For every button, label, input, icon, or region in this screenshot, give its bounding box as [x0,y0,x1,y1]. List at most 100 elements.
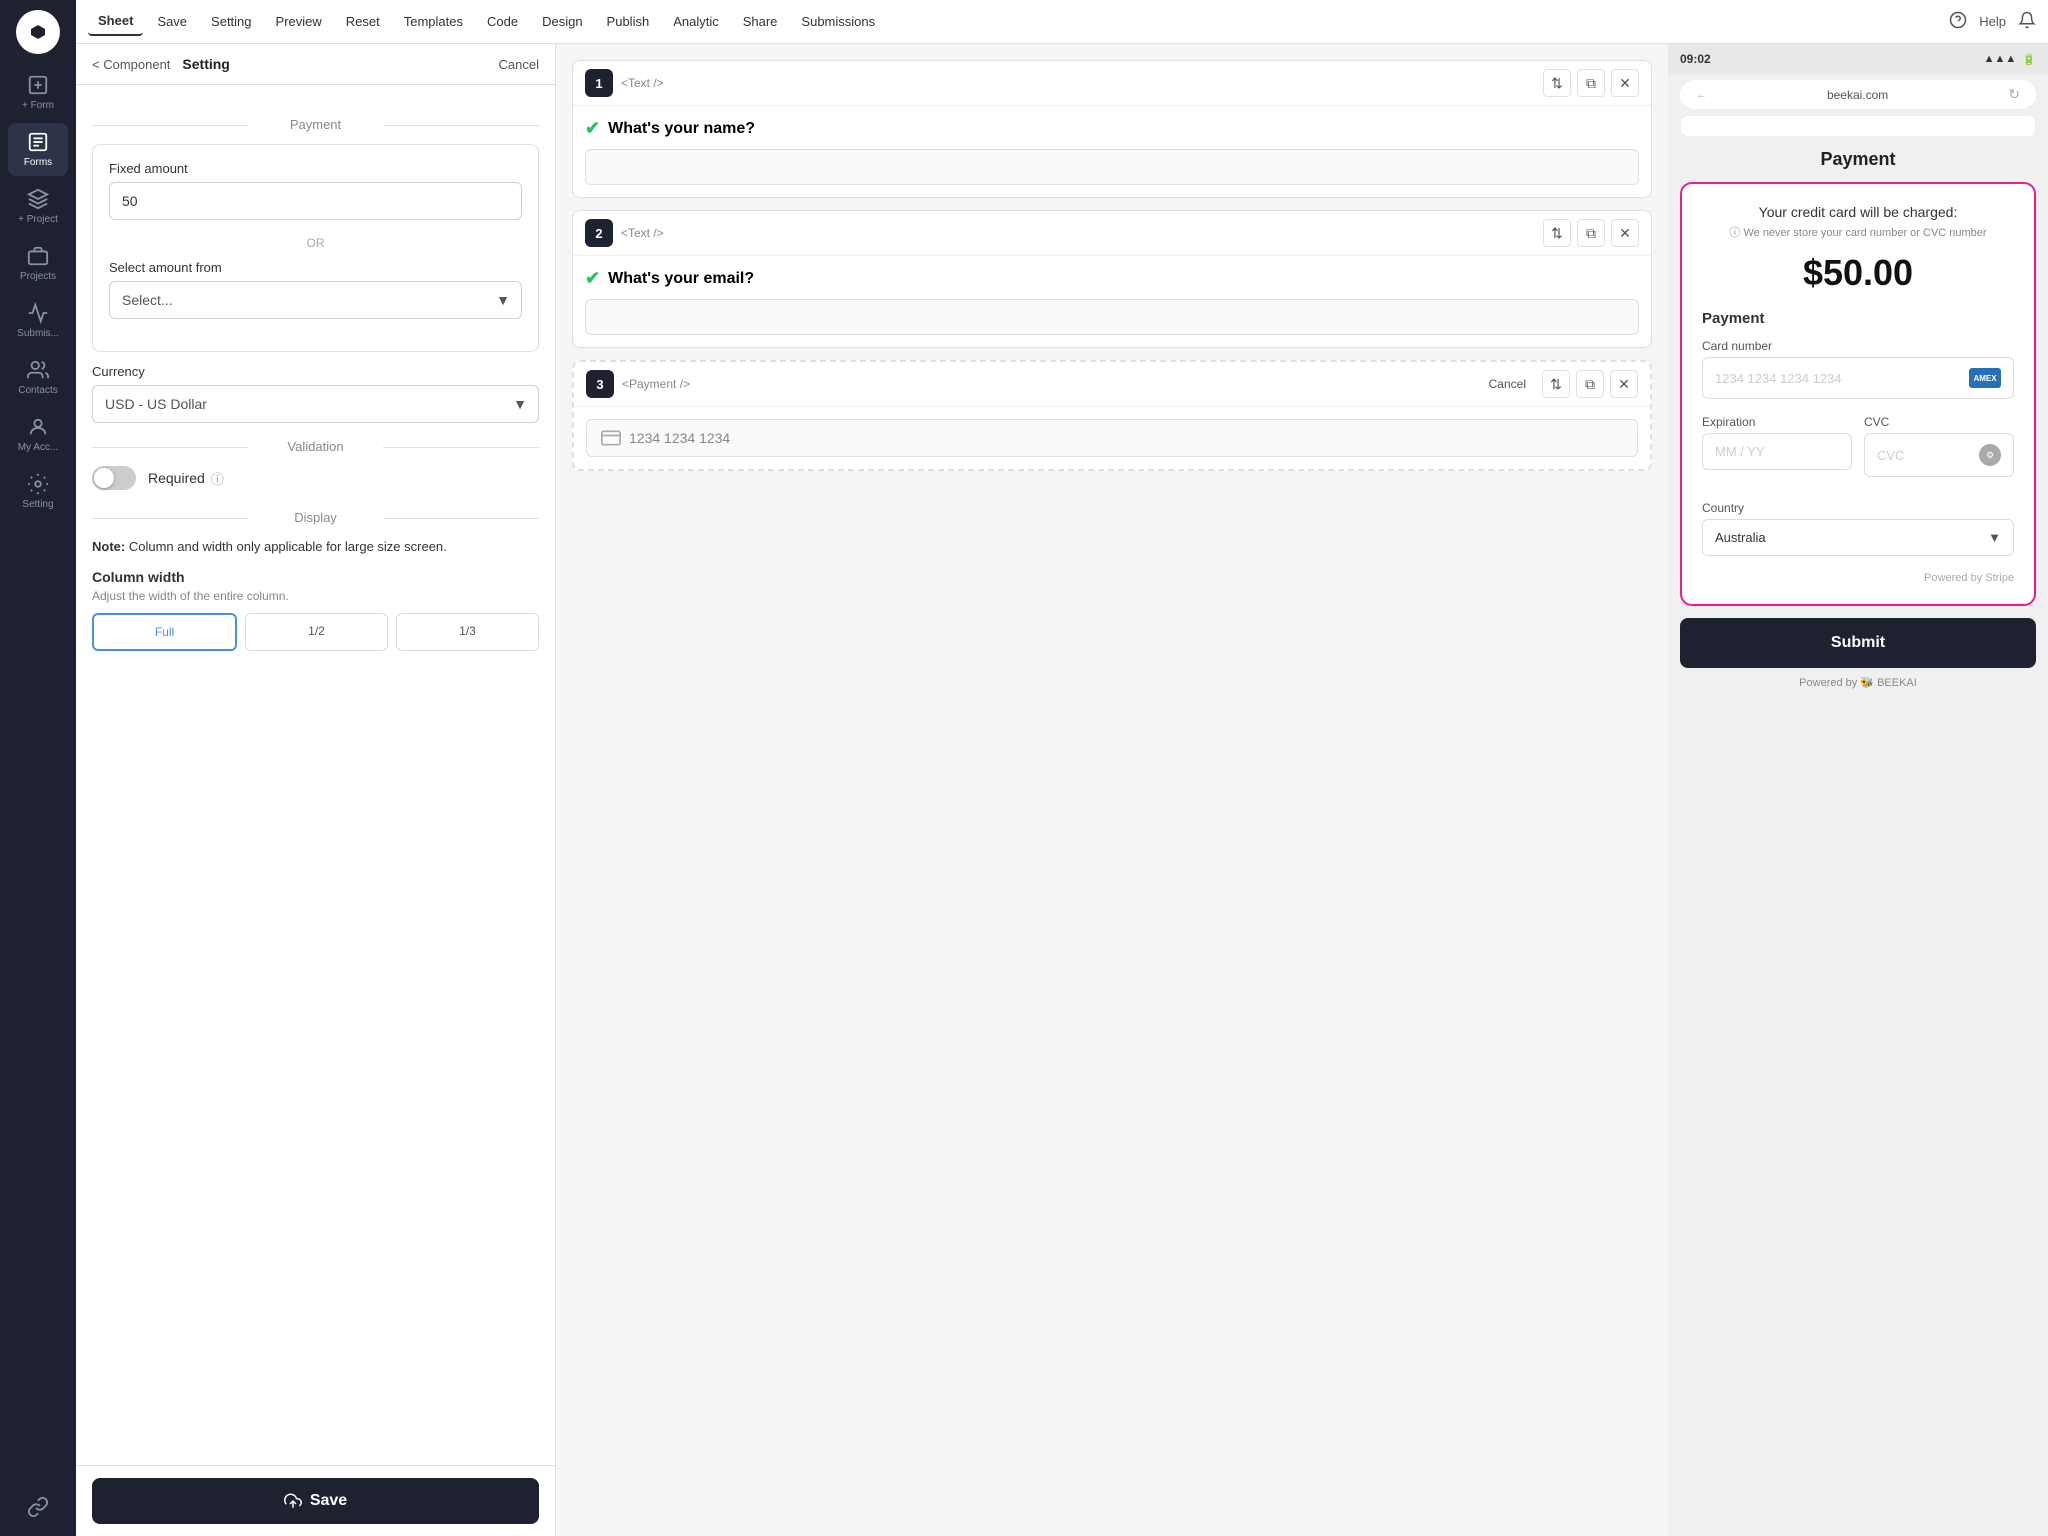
left-panel: < Component Setting Cancel Payment Fixed… [76,44,556,1536]
form-card-2-input[interactable] [585,299,1639,335]
sidebar-item-contacts-label: Contacts [18,385,57,396]
fixed-amount-group: Fixed amount [109,161,522,220]
expiry-cvc-row: Expiration MM / YY CVC CVC ⚙ [1702,415,2014,489]
nav-templates[interactable]: Templates [394,8,473,35]
nav-preview[interactable]: Preview [266,8,332,35]
expiration-placeholder: MM / YY [1715,444,1765,459]
sidebar-item-setting-label: Setting [22,499,53,510]
help-label[interactable]: Help [1979,14,2006,29]
col-half-option[interactable]: 1/2 [245,613,388,651]
cvc-label: CVC [1864,415,2014,429]
form-card-3-actions: ⇅ ⧉ ✕ [1542,370,1638,398]
panel-header: < Component Setting Cancel [76,44,555,85]
col-width-title: Column width [92,569,539,585]
form-card-1-number: 1 [585,69,613,97]
nav-design[interactable]: Design [532,8,592,35]
nav-publish[interactable]: Publish [597,8,660,35]
currency-group: Currency USD - US Dollar ▼ [92,364,539,423]
nav-reset[interactable]: Reset [336,8,390,35]
sidebar: + Form Forms + Project Projects Submis..… [0,0,76,1536]
card-number-placeholder: 1234 1234 1234 [629,430,730,446]
move-up-3-icon[interactable]: ⇅ [1542,370,1570,398]
preview-top-input [1680,115,2036,137]
select-amount-dropdown[interactable]: Select... [109,281,522,319]
payment-section-divider: Payment [92,117,539,132]
powered-beekai: Powered by 🐝 BEEKAI [1680,676,2036,689]
sidebar-item-new-form-label: + Form [22,100,54,111]
submit-button[interactable]: Submit [1680,618,2036,668]
fixed-amount-label: Fixed amount [109,161,522,176]
card-3-cancel-button[interactable]: Cancel [1489,377,1526,391]
sidebar-item-new-project-label: + Project [18,214,58,225]
save-button[interactable]: Save [92,1478,539,1524]
browser-bar: ← beekai.com ↻ [1680,80,2036,109]
preview-card-number-input[interactable]: 1234 1234 1234 1234 AMEX [1702,357,2014,399]
sidebar-item-submissions[interactable]: Submis... [8,294,68,347]
toggle-knob [94,468,114,488]
preview-page-title: Payment [1680,149,2036,170]
sidebar-item-contacts[interactable]: Contacts [8,351,68,404]
form-card-1-input[interactable] [585,149,1639,185]
payment-field: 1234 1234 1234 [586,419,1638,457]
sidebar-item-forms-label: Forms [24,157,52,168]
select-amount-group: Select amount from Select... ▼ [109,260,522,319]
nav-submissions[interactable]: Submissions [791,8,885,35]
cancel-button[interactable]: Cancel [499,57,539,72]
fixed-amount-input[interactable] [109,182,522,220]
preview-content: Payment Your credit card will be charged… [1668,115,2048,1536]
bell-icon[interactable] [2018,11,2036,32]
nav-sheet[interactable]: Sheet [88,7,143,36]
main-wrapper: Sheet Save Setting Preview Reset Templat… [76,0,2048,1536]
nav-code[interactable]: Code [477,8,528,35]
nav-analytic[interactable]: Analytic [663,8,729,35]
form-card-1-actions: ⇅ ⧉ ✕ [1543,69,1639,97]
preview-card-number-label: Card number [1702,339,2014,353]
currency-dropdown[interactable]: USD - US Dollar [92,385,539,423]
nav-setting[interactable]: Setting [201,8,261,35]
close-3-icon[interactable]: ✕ [1610,370,1638,398]
back-nav-icon[interactable]: ← [1696,89,1707,101]
form-card-1-header: 1 <Text /> ⇅ ⧉ ✕ [573,61,1651,106]
form-card-2-actions: ⇅ ⧉ ✕ [1543,219,1639,247]
form-card-2-tag: <Text /> [621,226,1535,240]
preview-country-group: Country Australia ▼ [1702,501,2014,556]
close-icon[interactable]: ✕ [1611,69,1639,97]
move-up-2-icon[interactable]: ⇅ [1543,219,1571,247]
phone-icons: ▲▲▲ 🔋 [1984,53,2036,66]
copy-2-icon[interactable]: ⧉ [1577,219,1605,247]
help-icon[interactable] [1949,11,1967,32]
back-button[interactable]: < Component [92,57,170,72]
cvc-placeholder: CVC [1877,448,1904,463]
country-dropdown-icon: ▼ [1988,530,2001,545]
wifi-icon: ▲▲▲ [1984,53,2017,66]
or-divider: OR [109,236,522,250]
currency-label: Currency [92,364,539,379]
app-logo[interactable] [16,10,60,54]
cvc-input[interactable]: CVC ⚙ [1864,433,2014,477]
amex-card-icon: AMEX [1969,368,2001,388]
cvc-lock-icon: ⚙ [1979,444,2001,466]
close-2-icon[interactable]: ✕ [1611,219,1639,247]
sidebar-item-new-form[interactable]: + Form [8,66,68,119]
sidebar-item-integrations[interactable] [8,1488,68,1526]
sidebar-item-projects[interactable]: Projects [8,237,68,290]
copy-3-icon[interactable]: ⧉ [1576,370,1604,398]
sidebar-item-setting[interactable]: Setting [8,465,68,518]
nav-share[interactable]: Share [733,8,788,35]
country-input[interactable]: Australia ▼ [1702,519,2014,556]
refresh-icon[interactable]: ↻ [2008,86,2020,103]
col-full-option[interactable]: Full [92,613,237,651]
copy-icon[interactable]: ⧉ [1577,69,1605,97]
sidebar-item-new-project[interactable]: + Project [8,180,68,233]
phone-status-bar: 09:02 ▲▲▲ 🔋 [1668,44,2048,74]
nav-save[interactable]: Save [147,8,197,35]
form-card-2: 2 <Text /> ⇅ ⧉ ✕ ✔ What's your email? [572,210,1652,348]
card-placeholder-text: 1234 1234 1234 1234 [1715,371,1842,386]
sidebar-item-forms[interactable]: Forms [8,123,68,176]
expiration-label: Expiration [1702,415,1852,429]
move-up-icon[interactable]: ⇅ [1543,69,1571,97]
sidebar-item-my-account[interactable]: My Acc... [8,408,68,461]
expiration-input[interactable]: MM / YY [1702,433,1852,470]
col-third-option[interactable]: 1/3 [396,613,539,651]
required-toggle[interactable] [92,466,136,490]
